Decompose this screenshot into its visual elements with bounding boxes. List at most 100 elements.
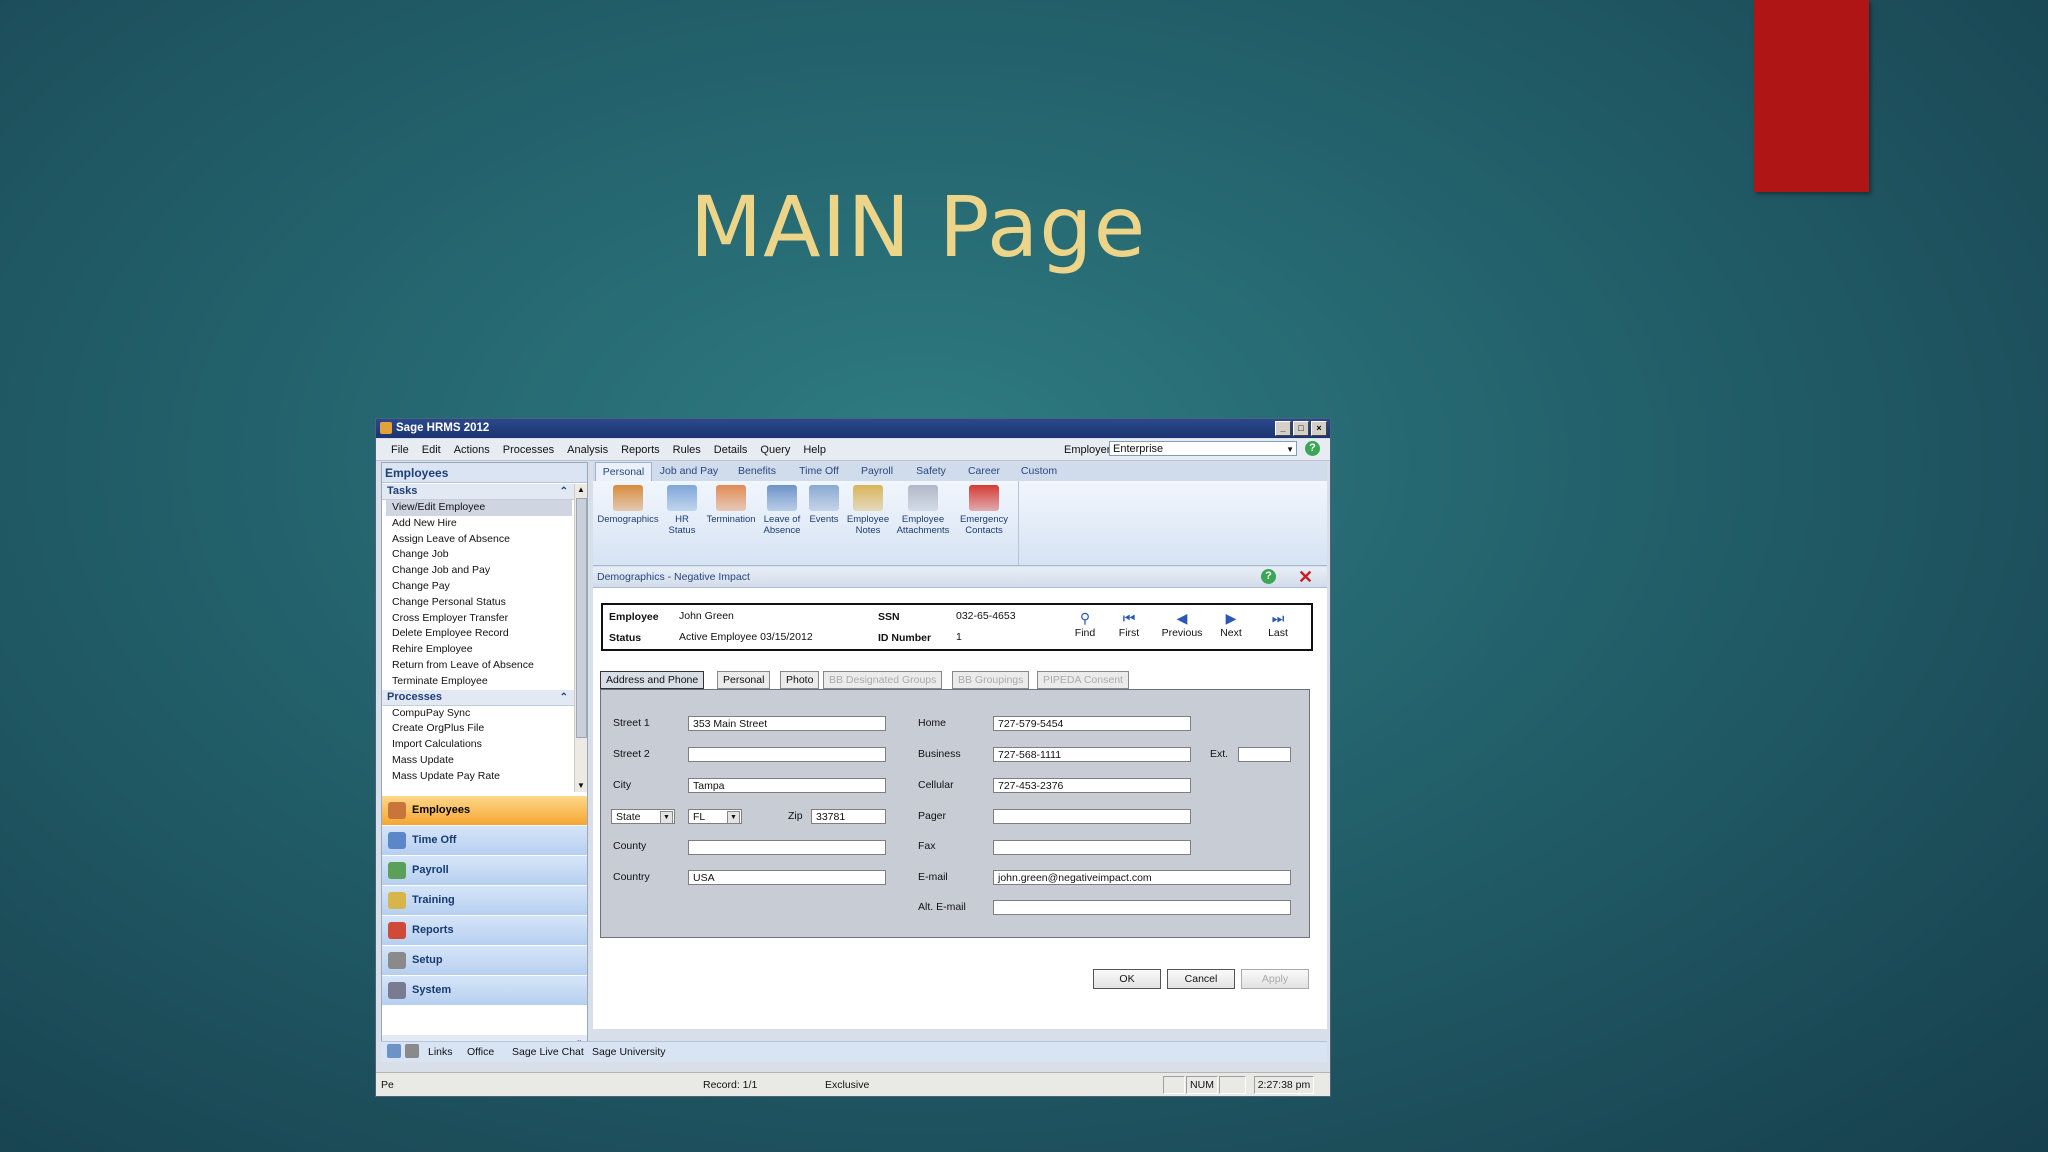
demographics-button[interactable]: Demographics <box>595 485 661 525</box>
previous-button[interactable]: ◀ Previous <box>1157 609 1207 639</box>
subtab-personal[interactable]: Personal <box>717 671 771 689</box>
scroll-up-icon[interactable]: ▲ <box>575 484 587 496</box>
subtab-bb-designated-groups[interactable]: BB Designated Groups <box>823 671 943 689</box>
desktop-icon[interactable] <box>387 1044 401 1058</box>
tab-personal[interactable]: Personal <box>595 462 652 482</box>
street1-field[interactable]: 353 Main Street <box>688 716 886 731</box>
help-icon[interactable]: ? <box>1261 569 1276 584</box>
cellular-field[interactable]: 727-453-2376 <box>993 778 1191 793</box>
menu-edit[interactable]: Edit <box>422 444 441 456</box>
country-field[interactable]: USA <box>688 870 886 885</box>
last-button[interactable]: ⏭ Last <box>1258 609 1298 639</box>
menu-file[interactable]: File <box>391 444 409 456</box>
home-phone-field[interactable]: 727-579-5454 <box>993 716 1191 731</box>
links-link[interactable]: Links <box>428 1046 453 1058</box>
tab-time-off[interactable]: Time Off <box>791 462 847 481</box>
state-select[interactable]: FL ▼ <box>688 809 742 824</box>
menu-analysis[interactable]: Analysis <box>567 444 608 456</box>
processes-header[interactable]: Processes ⌃ <box>382 689 574 706</box>
close-button[interactable]: × <box>1311 421 1327 436</box>
scroll-down-icon[interactable]: ▼ <box>575 780 587 792</box>
employer-select[interactable]: Enterprise ▼ <box>1109 441 1297 456</box>
tasks-header[interactable]: Tasks ⌃ <box>382 484 574 500</box>
ext-field[interactable] <box>1238 747 1291 762</box>
email-field[interactable]: john.green@negativeimpact.com <box>993 870 1291 885</box>
process-item[interactable]: Import Calculations <box>382 737 574 753</box>
tab-custom[interactable]: Custom <box>1012 462 1066 481</box>
process-item[interactable]: CompuPay Sync <box>382 706 574 722</box>
menu-processes[interactable]: Processes <box>503 444 554 456</box>
minimize-button[interactable]: _ <box>1275 421 1291 436</box>
tab-job-and-pay[interactable]: Job and Pay <box>653 462 725 481</box>
nav-system[interactable]: System <box>382 976 587 1006</box>
next-button[interactable]: ▶ Next <box>1211 609 1251 639</box>
subtab-address-and-phone[interactable]: Address and Phone <box>600 671 705 689</box>
task-item[interactable]: Add New Hire <box>382 516 574 532</box>
subtab-pipeda-consent[interactable]: PIPEDA Consent <box>1037 671 1129 689</box>
fax-field[interactable] <box>993 840 1191 855</box>
apply-button[interactable]: Apply <box>1241 969 1309 989</box>
pager-field[interactable] <box>993 809 1191 824</box>
nav-payroll[interactable]: Payroll <box>382 856 587 886</box>
subtab-bb-groupings[interactable]: BB Groupings <box>952 671 1030 689</box>
hr-status-button[interactable]: HR Status <box>661 485 703 536</box>
process-item[interactable]: Mass Update Pay Rate <box>382 769 574 785</box>
sage-university-link[interactable]: Sage University <box>592 1046 666 1058</box>
task-item[interactable]: Change Personal Status <box>382 595 574 611</box>
task-item[interactable]: Change Job <box>382 547 574 563</box>
events-button[interactable]: Events <box>805 485 843 525</box>
close-icon[interactable]: ✕ <box>1298 567 1313 587</box>
first-button[interactable]: ⏮ First <box>1109 609 1149 639</box>
ok-button[interactable]: OK <box>1093 969 1161 989</box>
tab-career[interactable]: Career <box>959 462 1009 481</box>
nav-time-off[interactable]: Time Off <box>382 826 587 856</box>
street2-field[interactable] <box>688 747 886 762</box>
state-label-select[interactable]: State ▼ <box>611 809 675 824</box>
sage-live-chat-link[interactable]: Sage Live Chat <box>512 1046 584 1058</box>
tab-payroll[interactable]: Payroll <box>851 462 903 481</box>
chevron-down-icon: ▼ <box>660 811 673 823</box>
task-item[interactable]: View/Edit Employee <box>386 500 572 516</box>
leave-of-absence-button[interactable]: Leave of Absence <box>759 485 805 536</box>
subtab-photo[interactable]: Photo <box>780 671 820 689</box>
tab-benefits[interactable]: Benefits <box>729 462 785 481</box>
menu-actions[interactable]: Actions <box>454 444 490 456</box>
office-link[interactable]: Office <box>467 1046 494 1058</box>
process-item[interactable]: Mass Update <box>382 753 574 769</box>
nav-employees[interactable]: Employees <box>382 796 587 826</box>
alt-email-field[interactable] <box>993 900 1291 915</box>
zip-field[interactable]: 33781 <box>811 809 886 824</box>
employee-attachments-button[interactable]: Employee Attachments <box>893 485 953 536</box>
task-item[interactable]: Rehire Employee <box>382 642 574 658</box>
scroll-thumb[interactable] <box>576 498 587 738</box>
nav-setup[interactable]: Setup <box>382 946 587 976</box>
task-item[interactable]: Delete Employee Record <box>382 626 574 642</box>
find-button[interactable]: ⚲ Find <box>1065 609 1105 639</box>
task-item[interactable]: Change Pay <box>382 579 574 595</box>
business-phone-field[interactable]: 727-568-1111 <box>993 747 1191 762</box>
help-icon[interactable]: ? <box>1305 441 1320 456</box>
termination-button[interactable]: Termination <box>703 485 759 525</box>
menu-reports[interactable]: Reports <box>621 444 660 456</box>
task-item[interactable]: Cross Employer Transfer <box>382 611 574 627</box>
county-field[interactable] <box>688 840 886 855</box>
menu-rules[interactable]: Rules <box>673 444 701 456</box>
cancel-button[interactable]: Cancel <box>1167 969 1235 989</box>
employee-notes-button[interactable]: Employee Notes <box>843 485 893 536</box>
task-item[interactable]: Change Job and Pay <box>382 563 574 579</box>
tab-safety[interactable]: Safety <box>906 462 956 481</box>
process-item[interactable]: Create OrgPlus File <box>382 721 574 737</box>
task-item[interactable]: Terminate Employee <box>382 674 574 690</box>
menu-query[interactable]: Query <box>760 444 790 456</box>
maximize-button[interactable]: □ <box>1293 421 1309 436</box>
printer-icon[interactable] <box>405 1044 419 1058</box>
menu-details[interactable]: Details <box>714 444 748 456</box>
city-field[interactable]: Tampa <box>688 778 886 793</box>
task-item[interactable]: Return from Leave of Absence <box>382 658 574 674</box>
menu-help[interactable]: Help <box>803 444 826 456</box>
nav-training[interactable]: Training <box>382 886 587 916</box>
nav-reports[interactable]: Reports <box>382 916 587 946</box>
emergency-contacts-button[interactable]: Emergency Contacts <box>953 485 1015 536</box>
task-item[interactable]: Assign Leave of Absence <box>382 532 574 548</box>
sidebar-scrollbar[interactable]: ▲ ▼ <box>574 484 587 792</box>
